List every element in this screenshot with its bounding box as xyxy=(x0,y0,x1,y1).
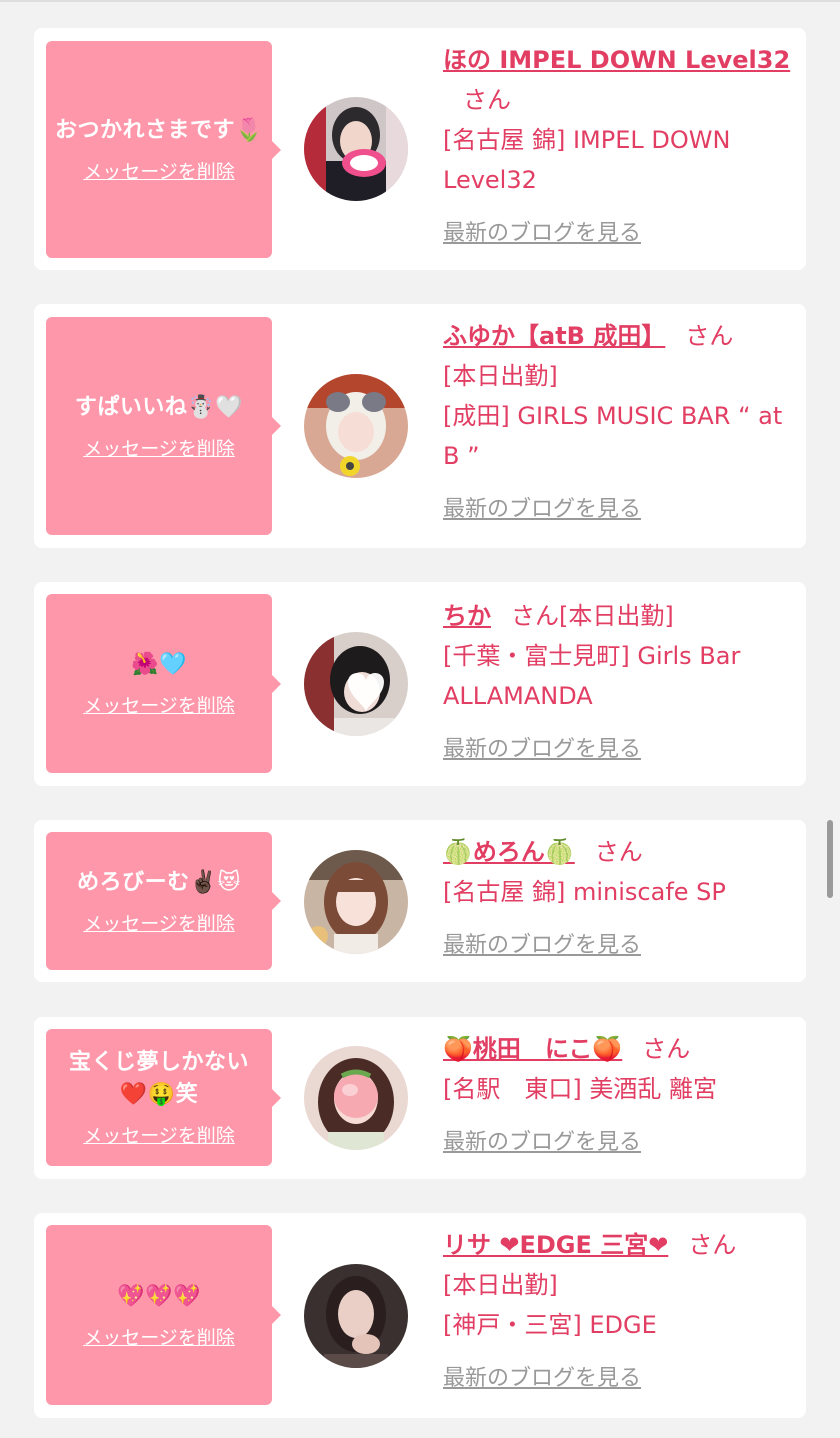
message-card: すぱいいね☃️🤍 メッセージを削除 ふゆか【atB 成田】 さん [本日出勤] [… xyxy=(34,304,806,548)
work-status: [本日出勤] xyxy=(559,602,674,630)
latest-blog-link[interactable]: 最新のブログを見る xyxy=(443,926,641,966)
latest-blog-link[interactable]: 最新のブログを見る xyxy=(443,730,641,770)
delete-message-link[interactable]: メッセージを削除 xyxy=(83,909,235,936)
delete-message-link[interactable]: メッセージを削除 xyxy=(83,1121,235,1148)
message-text: おつかれさまです🌷 xyxy=(55,118,263,143)
delete-message-link[interactable]: メッセージを削除 xyxy=(83,1323,235,1350)
top-divider xyxy=(0,0,840,2)
delete-message-link[interactable]: メッセージを削除 xyxy=(83,157,235,184)
delete-message-link[interactable]: メッセージを削除 xyxy=(83,691,235,718)
delete-message-link[interactable]: メッセージを削除 xyxy=(83,434,235,461)
message-bubble: めろびーむ✌🏿😻 メッセージを削除 xyxy=(46,832,281,970)
message-card: めろびーむ✌🏿😻 メッセージを削除 🍈めろん🍈 さん [名古屋 錦] minisc… xyxy=(34,820,806,982)
shop-info: [名駅 東口] 美酒乱 離宮 xyxy=(443,1075,717,1103)
avatar[interactable] xyxy=(304,850,408,954)
shop-info: [名古屋 錦] IMPEL DOWN Level32 xyxy=(443,126,731,194)
latest-blog-link[interactable]: 最新のブログを見る xyxy=(443,214,641,254)
cast-name-link[interactable]: ふゆか【atB 成田】 xyxy=(443,322,665,350)
cast-name-link[interactable]: 🍈めろん🍈 xyxy=(443,838,575,866)
message-text: 🌺🩵 xyxy=(131,652,187,677)
cast-info: 🍈めろん🍈 さん [名古屋 錦] miniscafe SP 最新のブログを見る xyxy=(443,832,793,966)
honorific: さん xyxy=(685,322,734,350)
cast-info: ちか さん[本日出勤] [千葉・富士見町] Girls Bar ALLAMANDA… xyxy=(443,596,793,770)
cast-info: 🍑桃田 にこ🍑 さん [名駅 東口] 美酒乱 離宮 最新のブログを見る xyxy=(443,1029,793,1163)
honorific: さん xyxy=(642,1035,691,1063)
message-bubble: すぱいいね☃️🤍 メッセージを削除 xyxy=(46,317,281,535)
cast-info: リサ ❤EDGE 三宮❤ さん [本日出勤] [神戸・三宮] EDGE 最新のブロ… xyxy=(443,1225,793,1399)
cast-name-link[interactable]: 🍑桃田 にこ🍑 xyxy=(443,1035,622,1063)
message-bubble: 宝くじ夢しかない❤️🤑笑 メッセージを削除 xyxy=(46,1029,281,1166)
cast-name-link[interactable]: ちか xyxy=(443,602,491,630)
shop-info: [成田] GIRLS MUSIC BAR “ at B ” xyxy=(443,402,783,470)
shop-info: [千葉・富士見町] Girls Bar ALLAMANDA xyxy=(443,642,741,710)
message-bubble: おつかれさまです🌷 メッセージを削除 xyxy=(46,41,281,258)
message-card: 💖💖💖 メッセージを削除 リサ ❤EDGE 三宮❤ さん [本日出勤] [神戸・三… xyxy=(34,1213,806,1418)
avatar[interactable] xyxy=(304,1046,408,1150)
shop-info: [神戸・三宮] EDGE xyxy=(443,1311,657,1339)
latest-blog-link[interactable]: 最新のブログを見る xyxy=(443,1123,641,1163)
work-status: [本日出勤] xyxy=(443,362,558,390)
message-card: おつかれさまです🌷 メッセージを削除 ほの IMPEL DOWN Level32… xyxy=(34,28,806,270)
message-bubble: 🌺🩵 メッセージを削除 xyxy=(46,594,281,773)
honorific: さん xyxy=(511,602,559,630)
shop-info: [名古屋 錦] miniscafe SP xyxy=(443,878,726,906)
message-text: すぱいいね☃️🤍 xyxy=(74,394,244,420)
cast-name-link[interactable]: ほの IMPEL DOWN Level32 xyxy=(443,46,790,74)
scrollbar[interactable] xyxy=(827,820,833,898)
latest-blog-link[interactable]: 最新のブログを見る xyxy=(443,1359,641,1399)
cast-info: ふゆか【atB 成田】 さん [本日出勤] [成田] GIRLS MUSIC BA… xyxy=(443,316,793,530)
message-bubble: 💖💖💖 メッセージを削除 xyxy=(46,1225,281,1405)
avatar[interactable] xyxy=(304,97,408,201)
honorific: さん xyxy=(688,1231,737,1259)
avatar[interactable] xyxy=(304,632,408,736)
message-card: 🌺🩵 メッセージを削除 ちか さん[本日出勤] [千葉・富士見町] Girls B… xyxy=(34,582,806,786)
honorific: さん xyxy=(463,86,511,114)
avatar[interactable] xyxy=(304,374,408,478)
message-text: 💖💖💖 xyxy=(117,1283,201,1309)
cast-name-link[interactable]: リサ ❤EDGE 三宮❤ xyxy=(443,1231,668,1259)
honorific: さん xyxy=(594,838,643,866)
message-card: 宝くじ夢しかない❤️🤑笑 メッセージを削除 🍑桃田 にこ🍑 さん [名駅 東口] … xyxy=(34,1017,806,1179)
message-text: 宝くじ夢しかない❤️🤑笑 xyxy=(68,1050,249,1107)
cast-info: ほの IMPEL DOWN Level32 さん [名古屋 錦] IMPEL DO… xyxy=(443,40,793,254)
avatar[interactable] xyxy=(304,1264,408,1368)
message-text: めろびーむ✌🏿😻 xyxy=(77,869,241,895)
work-status: [本日出勤] xyxy=(443,1271,558,1299)
latest-blog-link[interactable]: 最新のブログを見る xyxy=(443,490,641,530)
